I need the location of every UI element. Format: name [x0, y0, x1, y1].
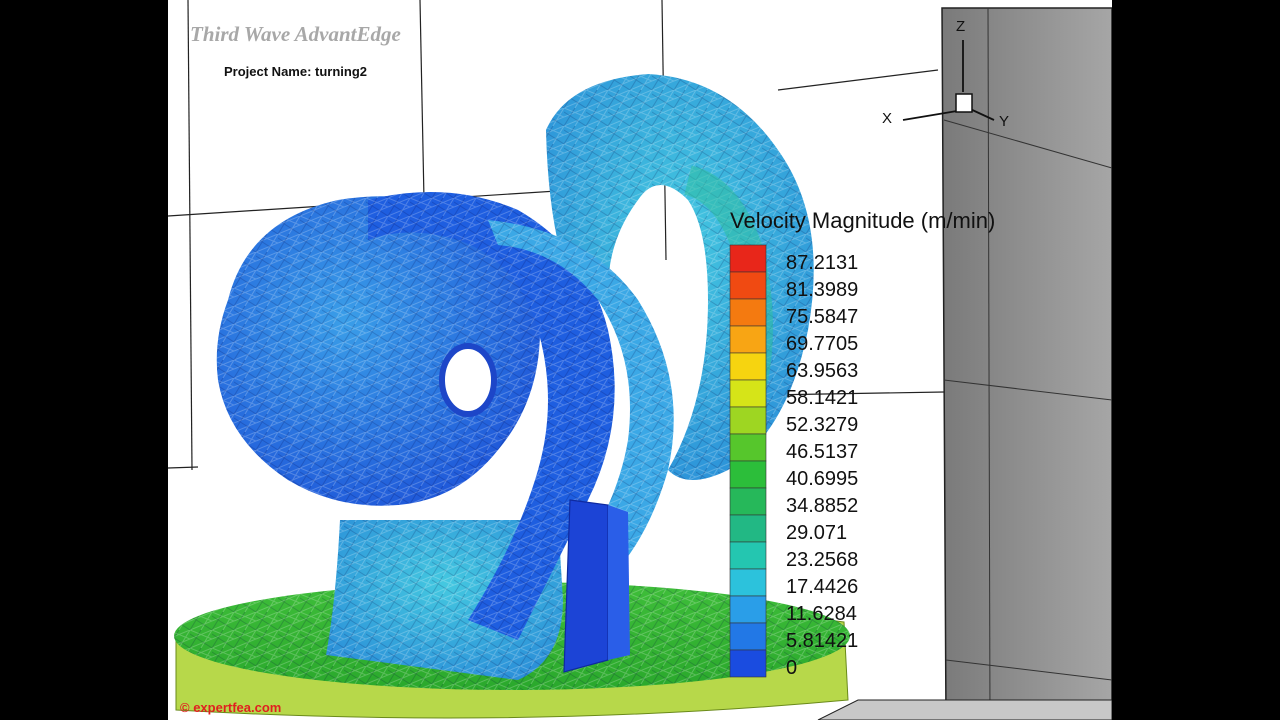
side-wall — [941, 7, 1112, 720]
legend-swatch — [729, 379, 767, 408]
legend-colorbar — [729, 244, 767, 678]
legend-tick-label: 34.8852 — [786, 495, 859, 517]
legend-tick-label: 0 — [786, 657, 798, 679]
legend-tick-label: 81.3989 — [786, 279, 859, 301]
axis-x-label: X — [882, 110, 893, 127]
legend-swatch — [729, 406, 767, 435]
legend-tick-label: 40.6995 — [786, 468, 859, 490]
viewport[interactable]: Third Wave AdvantEdge Project Name: turn… — [168, 0, 1112, 720]
legend-swatch — [729, 298, 767, 327]
legend-swatch — [729, 622, 767, 651]
legend-swatch — [729, 514, 767, 543]
legend-tick-label: 11.6284 — [786, 603, 857, 625]
legend-tick-label: 17.4426 — [786, 576, 859, 598]
legend-swatch — [729, 244, 767, 273]
legend-swatch — [729, 433, 767, 462]
legend-swatch — [729, 649, 767, 678]
legend-tick-label: 23.2568 — [786, 549, 859, 571]
project-name: Project Name: turning2 — [224, 64, 368, 79]
legend-swatch — [729, 352, 767, 381]
legend-swatch — [729, 568, 767, 597]
legend-swatch — [729, 460, 767, 489]
legend-tick-label: 63.9563 — [786, 360, 859, 382]
legend-swatch — [729, 325, 767, 354]
legend-tick-label: 29.071 — [786, 522, 848, 544]
legend-tick-label: 58.1421 — [786, 387, 859, 409]
legend-swatch — [729, 487, 767, 516]
legend-title: Velocity Magnitude (m/min) — [730, 208, 996, 233]
legend-tick-label: 69.7705 — [786, 333, 859, 355]
watermark: © expertfea.com — [180, 700, 282, 715]
axis-z-label: Z — [956, 18, 966, 35]
legend-tick-label: 52.3279 — [786, 414, 859, 436]
legend-tick-label: 5.81421 — [786, 630, 859, 652]
legend-swatch — [729, 271, 767, 300]
legend-swatch — [729, 595, 767, 624]
legend-swatch — [729, 541, 767, 570]
cutting-tool — [563, 499, 609, 673]
axis-y-label: Y — [999, 113, 1010, 130]
legend-tick-label: 75.5847 — [786, 306, 859, 328]
legend-tick-label: 46.5137 — [786, 441, 859, 463]
legend-tick-label: 87.2131 — [786, 252, 859, 274]
scene[interactable] — [168, 0, 1112, 720]
app-title: Third Wave AdvantEdge — [190, 22, 401, 46]
